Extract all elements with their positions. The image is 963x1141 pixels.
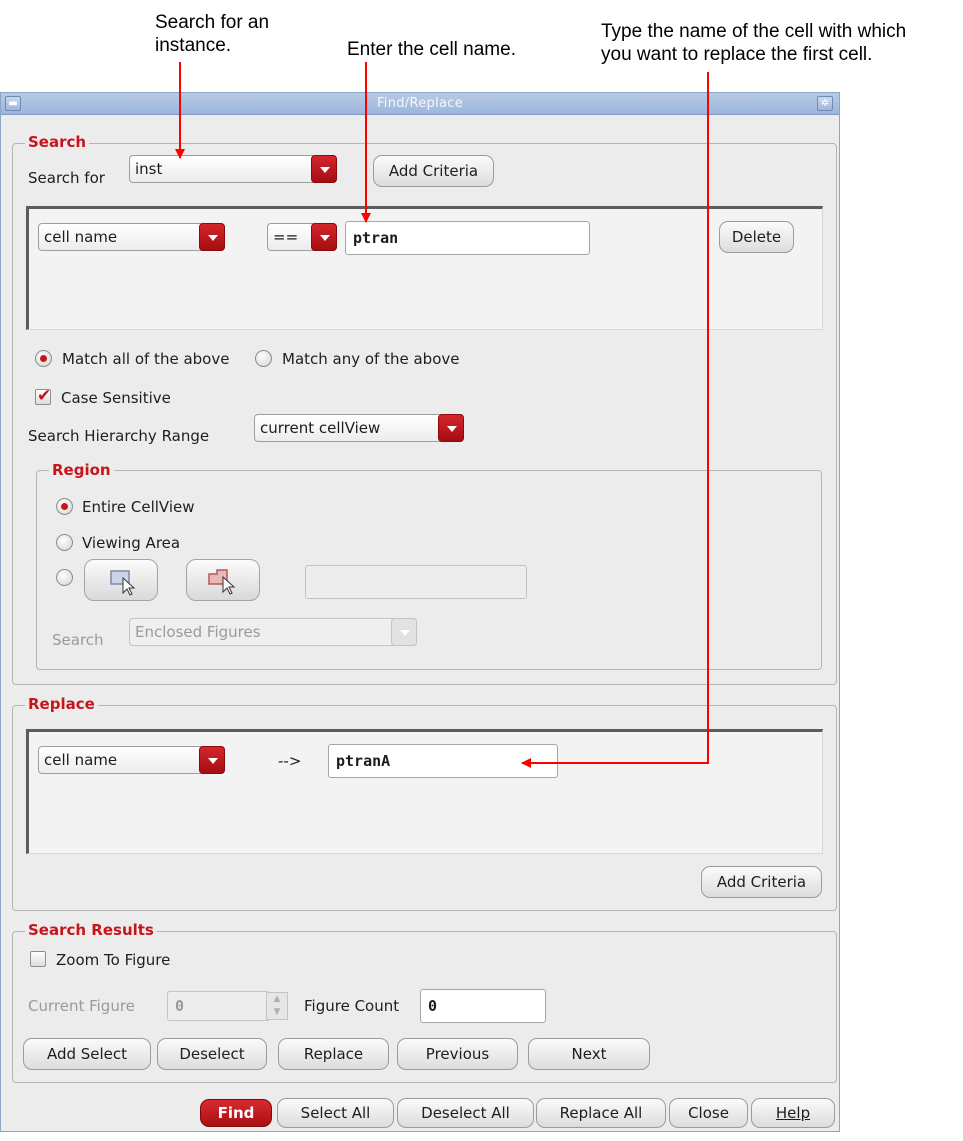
annotation-arrows (175, 62, 709, 768)
arrow-to-replace-name (521, 72, 709, 768)
